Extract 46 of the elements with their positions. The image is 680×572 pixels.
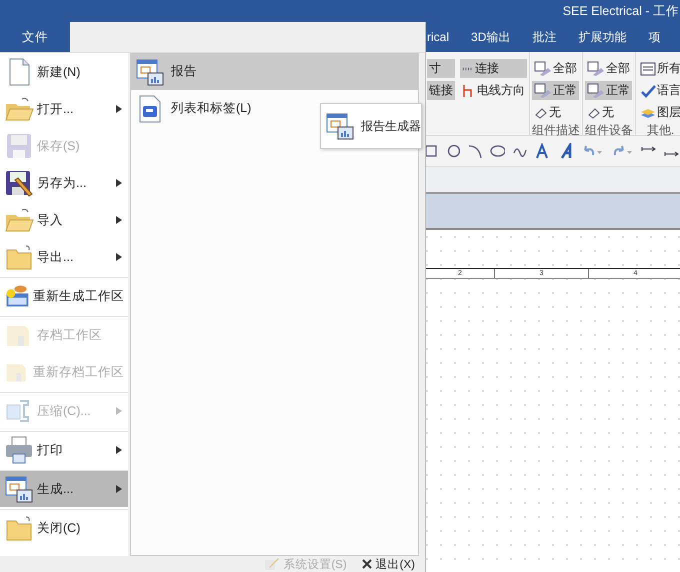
- ribbon-tab[interactable]: 3D输出: [471, 26, 510, 48]
- ribbon-button[interactable]: 全部: [532, 59, 579, 78]
- ribbon-button[interactable]: 连接: [460, 59, 527, 78]
- ribbon-button[interactable]: 正常: [585, 81, 632, 100]
- group-label: 其他.: [646, 122, 676, 139]
- label-icon: [587, 60, 605, 76]
- circle-icon[interactable]: [446, 144, 460, 158]
- arc-icon[interactable]: [468, 144, 482, 158]
- eraser-icon: [587, 106, 601, 118]
- label-icon: [587, 82, 605, 98]
- list-icon: [640, 62, 656, 76]
- menu-item[interactable]: 生成...: [0, 470, 128, 507]
- spellcheck-icon: [640, 84, 656, 98]
- ribbon-button[interactable]: 正常: [532, 81, 579, 100]
- group-label: 组件设备: [585, 122, 633, 139]
- report-icon: [4, 474, 34, 504]
- rectangle-icon[interactable]: [425, 144, 439, 158]
- ribbon-tab[interactable]: 项: [648, 26, 660, 48]
- ribbon-tab[interactable]: rical: [427, 28, 450, 46]
- window-title: SEE Electrical - 工作: [562, 2, 679, 20]
- ribbon-tab[interactable]: 批注: [532, 26, 556, 48]
- label-icon: [534, 60, 552, 76]
- file-tab[interactable]: 文件: [0, 22, 70, 52]
- group-label: 组件描述: [532, 122, 580, 139]
- text-style-icon[interactable]: [558, 143, 574, 159]
- ribbon-tab[interactable]: 扩展功能: [578, 26, 626, 48]
- ribbon-button[interactable]: 无: [585, 103, 632, 122]
- report-icon: [325, 111, 355, 141]
- pencil-icon: [264, 557, 280, 571]
- submenu-item[interactable]: 报告: [131, 53, 418, 90]
- ribbon-button[interactable]: 电线方向: [460, 81, 527, 100]
- label-icon: [534, 82, 552, 98]
- text-style-icon[interactable]: [535, 143, 551, 159]
- close-icon: [360, 558, 373, 570]
- ribbon-button[interactable]: 无: [532, 103, 579, 122]
- ribbon-button[interactable]: 寸: [427, 59, 455, 78]
- eraser-icon: [534, 106, 548, 118]
- undo-icon[interactable]: [582, 144, 604, 158]
- redo-icon[interactable]: [612, 144, 633, 158]
- report-icon: [135, 56, 165, 86]
- printer-icon: [4, 435, 34, 465]
- ribbon-button[interactable]: 链接: [427, 81, 455, 100]
- flyout-item[interactable]: 报告生成器: [321, 111, 425, 141]
- ribbon-button[interactable]: 全部: [585, 59, 632, 78]
- footer-button[interactable]: 退出(X): [360, 556, 415, 572]
- floppy-disk-icon: [4, 168, 34, 198]
